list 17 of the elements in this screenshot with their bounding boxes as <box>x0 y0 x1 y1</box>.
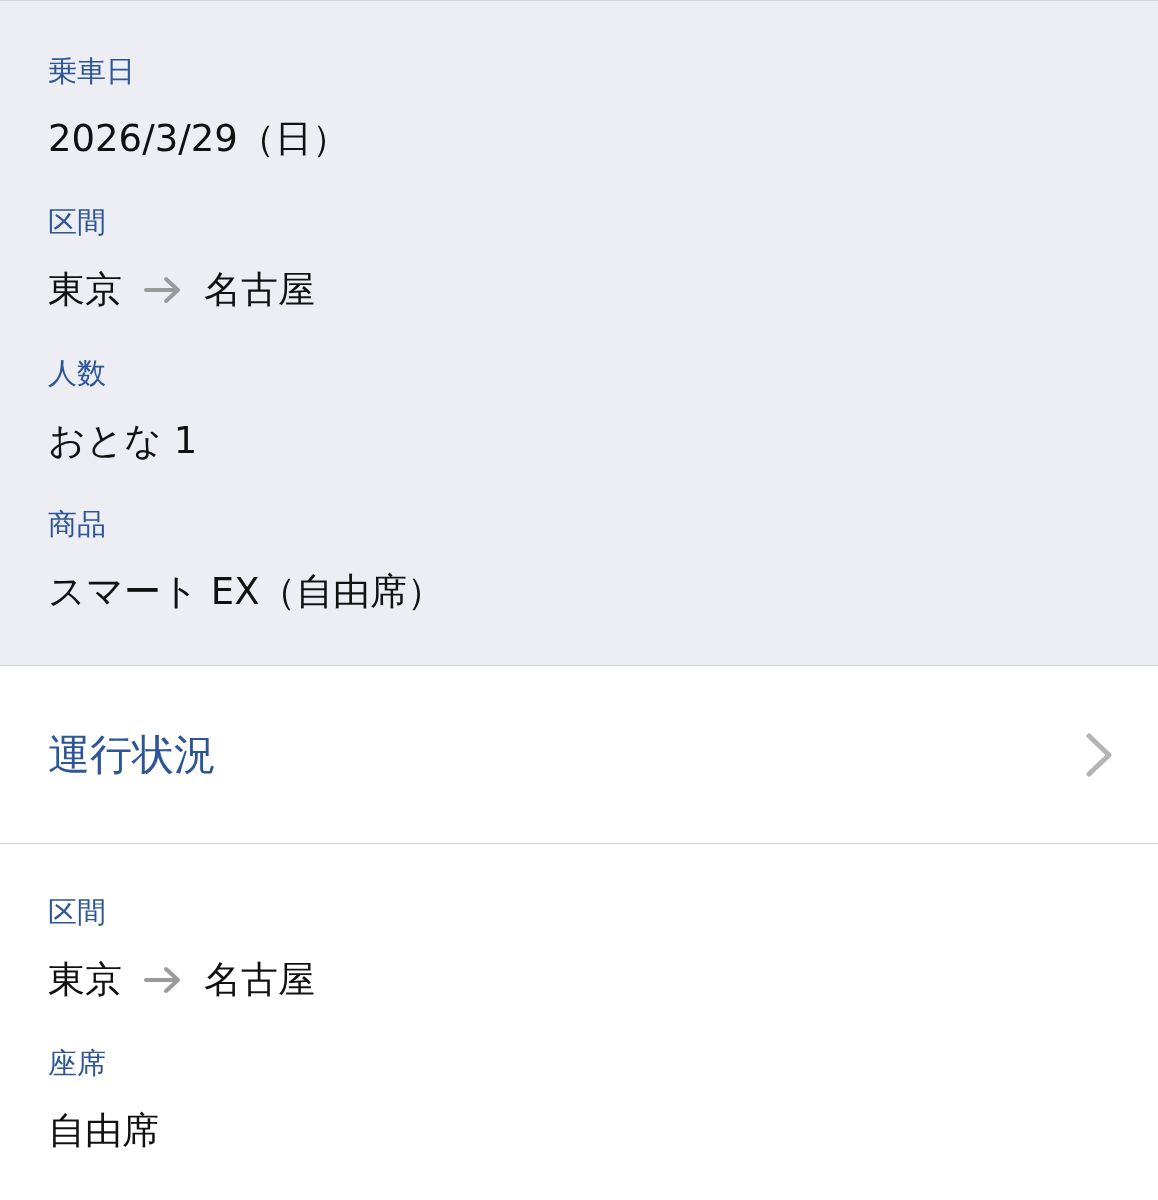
destination-station: 名古屋 <box>204 267 315 313</box>
field-label: 乗車日 <box>48 53 135 90</box>
destination-station: 名古屋 <box>204 957 315 1003</box>
chevron-right-icon <box>1084 731 1114 778</box>
field-value: 自由席 <box>48 1108 159 1154</box>
field-label: 商品 <box>48 506 106 543</box>
field-label: 区間 <box>48 894 106 931</box>
arrow-right-icon <box>144 276 182 304</box>
origin-station: 東京 <box>48 957 122 1003</box>
arrow-right-icon <box>144 966 182 994</box>
field-value: 2026/3/29（日） <box>48 116 349 162</box>
field-value: おとな 1 <box>48 418 198 464</box>
field-label: 人数 <box>48 355 106 392</box>
field-label: 座席 <box>48 1045 106 1082</box>
field-label: 区間 <box>48 204 106 241</box>
origin-station: 東京 <box>48 267 122 313</box>
field-value: スマート EX（自由席） <box>48 569 445 615</box>
